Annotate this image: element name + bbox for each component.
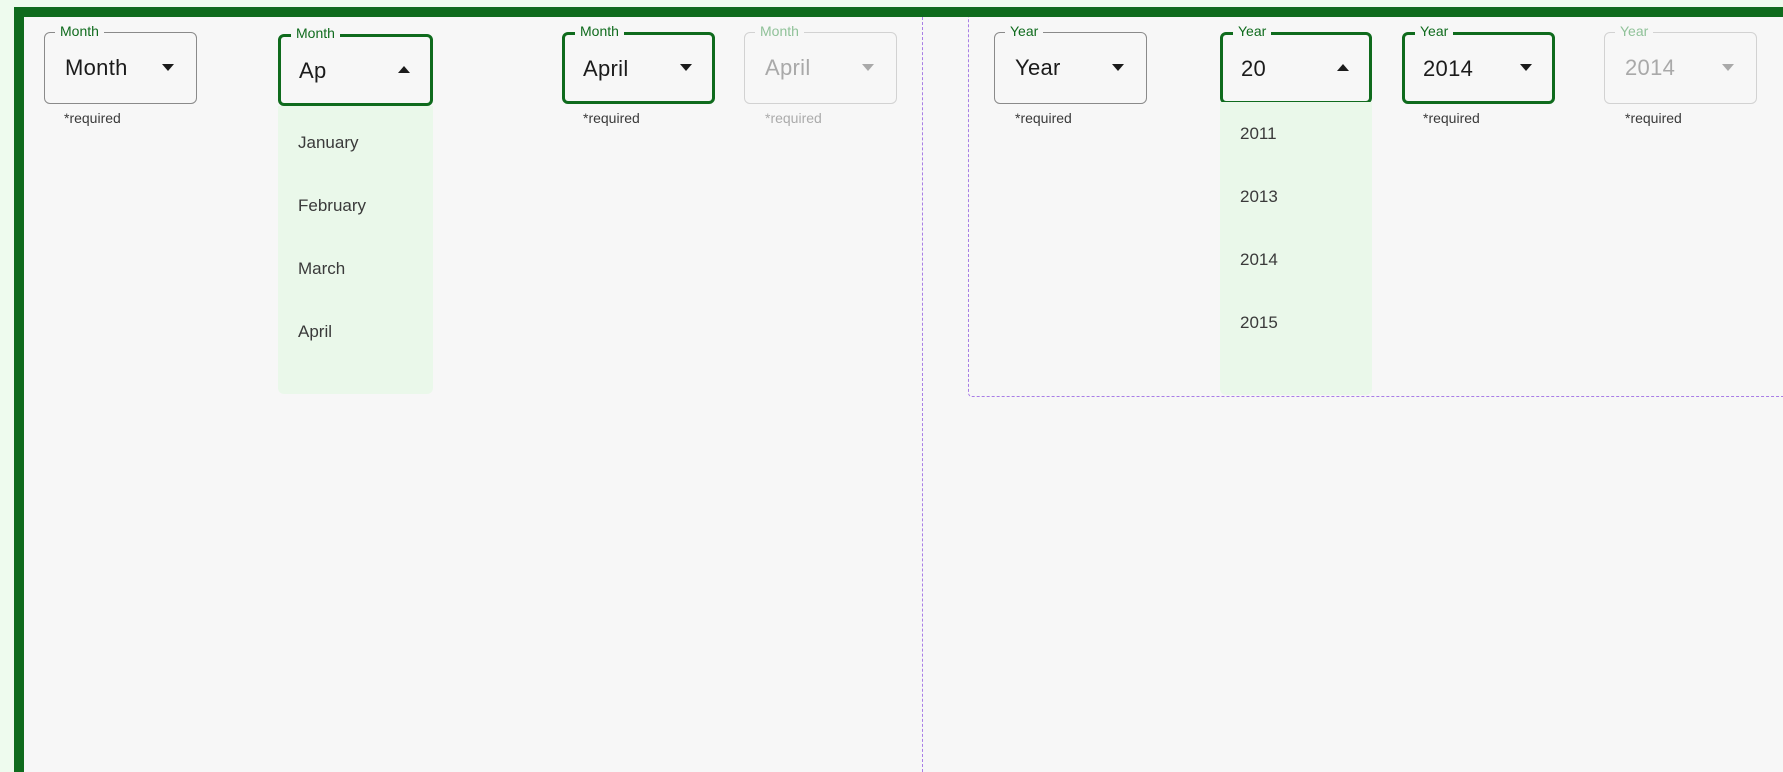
chevron-down-icon (1112, 64, 1124, 71)
year-select-default[interactable]: Year Year (994, 23, 1147, 104)
month-select-label: Month (55, 23, 104, 39)
year-select-open[interactable]: Year 20 (1220, 23, 1372, 104)
year-option-2015[interactable]: 2015 (1220, 291, 1372, 354)
month-select-label: Month (575, 23, 624, 39)
chevron-down-icon (162, 64, 174, 71)
month-dropdown-menu: January February March April (278, 106, 433, 394)
year-select-disabled: Year 2014 (1604, 23, 1757, 104)
year-required-text: *required (1015, 110, 1072, 126)
chevron-up-icon[interactable] (398, 66, 410, 73)
month-required-text: *required (583, 110, 640, 126)
year-required-text: *required (1423, 110, 1480, 126)
month-select-default[interactable]: Month Month (44, 23, 197, 104)
year-select-value: 2014 (1423, 56, 1474, 81)
month-option-march[interactable]: March (278, 237, 433, 300)
chevron-down-icon (1722, 64, 1734, 71)
year-dropdown-menu: 2011 2013 2014 2015 (1220, 102, 1372, 395)
month-option-february[interactable]: February (278, 174, 433, 237)
month-select-value: Month (65, 55, 128, 80)
section-divider (922, 17, 923, 772)
month-select-filled[interactable]: Month April (562, 23, 715, 104)
month-option-april[interactable]: April (278, 300, 433, 363)
year-option-2013[interactable]: 2013 (1220, 165, 1372, 228)
year-select-label: Year (1233, 23, 1272, 39)
year-select-label: Year (1615, 23, 1654, 39)
month-select-disabled: Month April (744, 23, 897, 104)
year-option-2011[interactable]: 2011 (1220, 102, 1372, 165)
chevron-down-icon (862, 64, 874, 71)
month-select-input[interactable]: Ap (299, 58, 327, 84)
month-select-label: Month (291, 25, 340, 41)
month-required-text: *required (765, 110, 822, 126)
month-select-label: Month (755, 23, 804, 39)
month-required-text: *required (64, 110, 121, 126)
year-select-label: Year (1005, 23, 1044, 39)
month-select-value: April (583, 56, 629, 81)
month-select-value: April (765, 55, 811, 80)
chevron-down-icon (680, 64, 692, 71)
month-option-january[interactable]: January (278, 111, 433, 174)
chevron-up-icon[interactable] (1337, 64, 1349, 71)
year-select-filled[interactable]: Year 2014 (1402, 23, 1555, 104)
year-select-value: 2014 (1625, 55, 1676, 80)
year-select-input[interactable]: 20 (1241, 56, 1266, 82)
month-select-open[interactable]: Month Ap (278, 25, 433, 106)
year-select-value: Year (1015, 55, 1061, 80)
chevron-down-icon (1520, 64, 1532, 71)
year-select-label: Year (1415, 23, 1454, 39)
year-option-2014[interactable]: 2014 (1220, 228, 1372, 291)
page-frame: Month Month *required Month Ap January F… (14, 7, 1783, 772)
year-required-text: *required (1625, 110, 1682, 126)
